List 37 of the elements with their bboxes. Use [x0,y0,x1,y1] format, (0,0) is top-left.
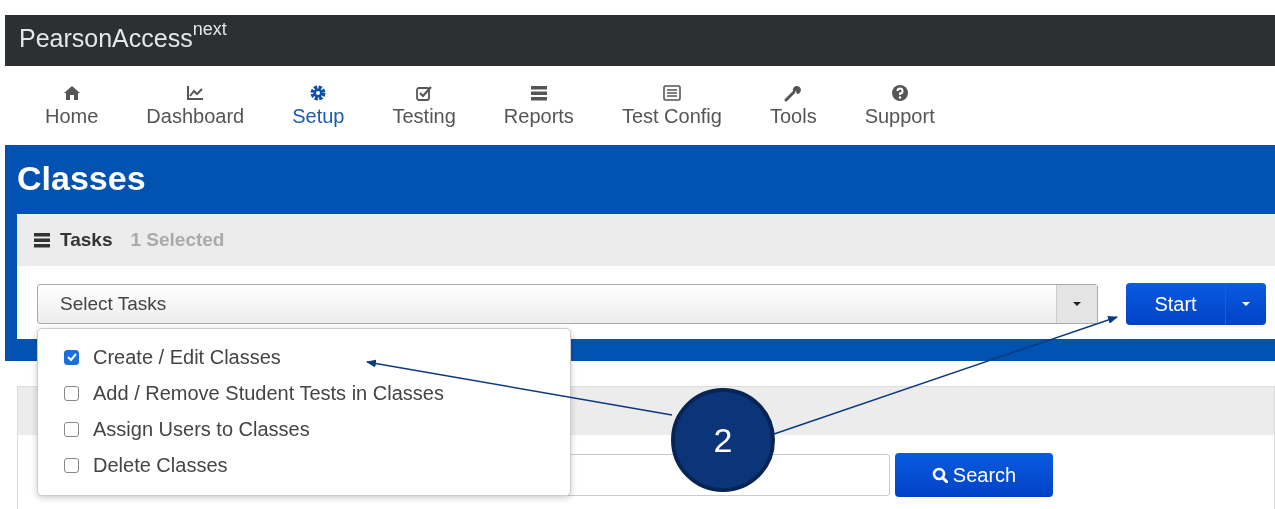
menu-item[interactable]: Create / Edit Classes [38,339,570,375]
dropdown-toggle[interactable] [1226,283,1266,325]
checkbox[interactable] [64,385,79,401]
gear-icon [309,83,328,102]
caret-icon [1242,302,1250,306]
menu-item[interactable]: Delete Classes [38,447,570,483]
nav-item[interactable]: Setup [292,83,345,128]
card-icon [662,83,681,102]
checkbox[interactable] [64,457,79,473]
search-button[interactable]: Search [895,453,1053,497]
menu-item[interactable]: Assign Users to Classes [38,411,570,447]
callout-badge: 2 [671,388,775,492]
nav-item[interactable]: Reports [503,83,574,128]
task-select[interactable]: Select Tasks [37,284,1098,324]
nav-item[interactable]: Support [864,83,935,128]
start-button[interactable]: Start [1126,283,1226,325]
nav-item[interactable]: Test Config [621,83,722,128]
wrench-icon [784,83,803,102]
home-icon [62,83,81,102]
nav-item[interactable]: Dashboard [146,83,245,128]
check-icon [65,351,78,363]
line-chart-icon [186,83,205,102]
list-icon [529,83,548,102]
page-title: Classes [17,161,147,195]
caret-icon [1073,302,1081,306]
nav-item[interactable]: Home [45,83,99,128]
selected-count: 1 Selected [130,229,225,251]
dropdown-toggle[interactable] [1056,285,1097,323]
checkbox[interactable] [64,349,79,365]
checkbox[interactable] [64,421,79,437]
nav-item[interactable]: Testing [392,83,456,128]
panel-title: Tasks [60,229,113,251]
help-icon [890,83,909,102]
nav-item[interactable]: Tools [769,83,817,128]
list-icon [34,232,50,248]
menu-item[interactable]: Add / Remove Student Tests in Classes [38,375,570,411]
search-icon [931,467,948,483]
